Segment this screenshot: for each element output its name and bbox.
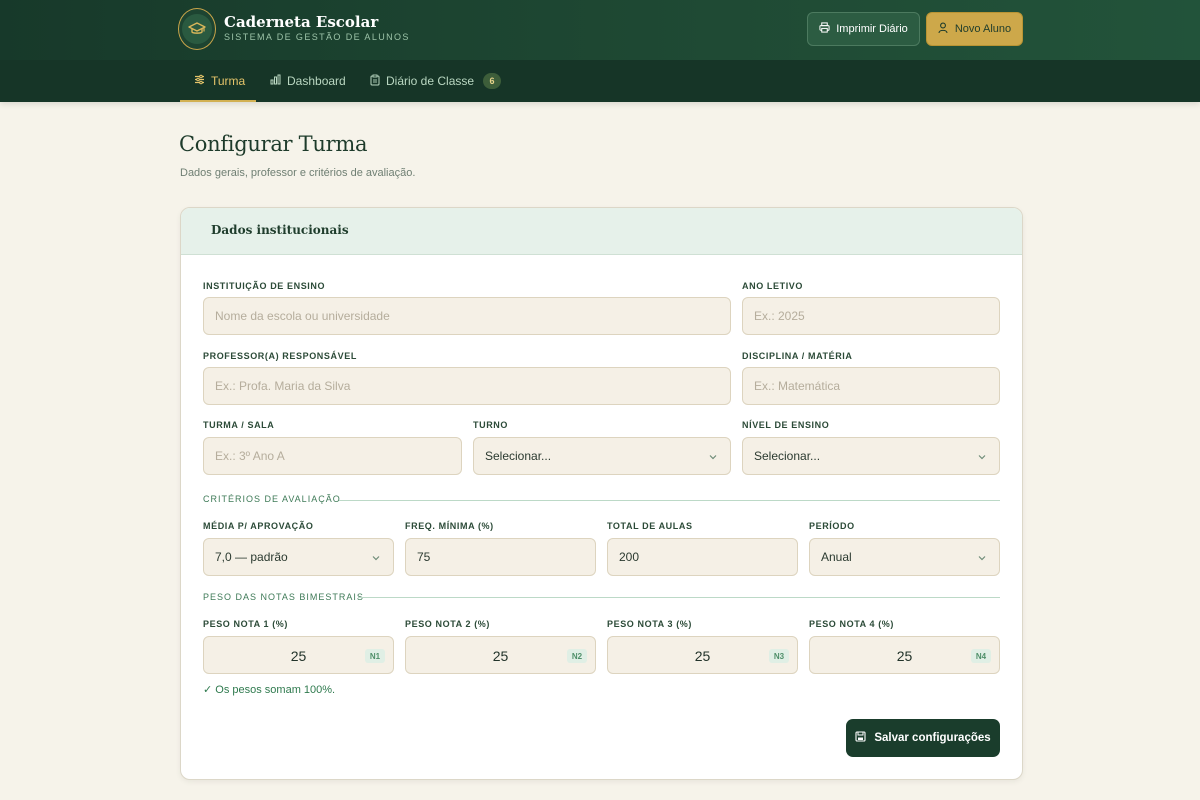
main-nav: Turma Dashboard Diário de Classe 6 (0, 60, 1200, 102)
config-card: Dados institucionais INSTITUIÇÃO DE ENSI… (180, 207, 1023, 780)
card-title: Dados institucionais (211, 223, 349, 237)
ano-letivo-input[interactable] (742, 297, 1000, 335)
disciplina-input[interactable] (742, 367, 1000, 405)
instituicao-label: INSTITUIÇÃO DE ENSINO (203, 281, 326, 291)
page-title: Configurar Turma (179, 132, 368, 156)
print-diary-label: Imprimir Diário (836, 23, 908, 35)
clipboard-icon (370, 74, 380, 89)
weight-4-input[interactable]: 25 N4 (809, 636, 1000, 674)
weight-3-input[interactable]: 25 N3 (607, 636, 798, 674)
turno-selected-value: Selecionar... (485, 449, 552, 463)
turno-label: TURNO (473, 420, 508, 430)
weight-3-label: PESO NOTA 3 (%) (607, 619, 693, 629)
chevron-down-icon (708, 451, 718, 461)
save-settings-button[interactable]: Salvar configurações (846, 719, 1000, 757)
weight-1-label: PESO NOTA 1 (%) (203, 619, 289, 629)
tab-dashboard[interactable]: Dashboard (270, 60, 346, 102)
tab-turma-label: Turma (211, 74, 246, 88)
save-settings-label: Salvar configurações (874, 732, 991, 744)
save-icon (855, 731, 866, 745)
sliders-icon (194, 74, 205, 88)
bar-chart-icon (270, 74, 281, 88)
turma-input[interactable] (203, 437, 462, 475)
printer-icon (819, 22, 830, 36)
new-student-label: Novo Aluno (954, 23, 1012, 35)
nivel-selected-value: Selecionar... (754, 449, 821, 463)
total-aulas-input[interactable] (607, 538, 798, 576)
weight-4-label: PESO NOTA 4 (%) (809, 619, 895, 629)
graduation-cap-icon (182, 14, 212, 44)
weight-2-tag: N2 (567, 649, 587, 663)
chevron-down-icon (977, 552, 987, 562)
criteria-section-title: CRITÉRIOS DE AVALIAÇÃO (203, 494, 341, 504)
card-header: Dados institucionais (181, 208, 1022, 255)
print-diary-button[interactable]: Imprimir Diário (807, 12, 920, 46)
tab-diario-de-classe[interactable]: Diário de Classe 6 (370, 60, 502, 102)
top-bar: Caderneta Escolar SISTEMA DE GESTÃO DE A… (0, 0, 1200, 60)
periodo-label: PERÍODO (809, 521, 855, 531)
weights-divider (358, 597, 1000, 598)
professor-input[interactable] (203, 367, 731, 405)
weight-3-tag: N3 (769, 649, 789, 663)
app-header: Caderneta Escolar SISTEMA DE GESTÃO DE A… (0, 0, 1200, 102)
instituicao-input[interactable] (203, 297, 731, 335)
ano-letivo-label: ANO LETIVO (742, 281, 804, 291)
total-aulas-label: TOTAL DE AULAS (607, 521, 693, 531)
tab-diario-label: Diário de Classe (386, 74, 475, 88)
periodo-selected-value: Anual (821, 550, 852, 564)
professor-label: PROFESSOR(A) RESPONSÁVEL (203, 351, 357, 361)
chevron-down-icon (371, 552, 381, 562)
periodo-select[interactable]: Anual (809, 538, 1000, 576)
diario-count-badge: 6 (483, 73, 502, 89)
media-select[interactable]: 7,0 — padrão (203, 538, 394, 576)
freq-label: FREQ. MÍNIMA (%) (405, 521, 494, 531)
media-label: MÉDIA P/ APROVAÇÃO (203, 521, 314, 531)
weight-1-tag: N1 (365, 649, 385, 663)
tab-turma[interactable]: Turma (180, 60, 256, 102)
app-title: Caderneta Escolar (224, 13, 379, 31)
new-student-button[interactable]: Novo Aluno (926, 12, 1023, 46)
app-subtitle: SISTEMA DE GESTÃO DE ALUNOS (224, 32, 410, 42)
criteria-divider (339, 500, 1000, 501)
weights-section-title: PESO DAS NOTAS BIMESTRAIS (203, 592, 364, 602)
tab-dashboard-label: Dashboard (287, 74, 346, 88)
weight-4-tag: N4 (971, 649, 991, 663)
disciplina-label: DISCIPLINA / MATÉRIA (742, 351, 853, 361)
chevron-down-icon (977, 451, 987, 461)
weight-1-input[interactable]: 25 N1 (203, 636, 394, 674)
page-subtitle: Dados gerais, professor e critérios de a… (180, 167, 416, 179)
turno-select[interactable]: Selecionar... (473, 437, 731, 475)
weights-sum-note: ✓ Os pesos somam 100%. (203, 684, 336, 696)
turma-label: TURMA / SALA (203, 420, 275, 430)
nivel-label: NÍVEL DE ENSINO (742, 420, 830, 430)
media-selected-value: 7,0 — padrão (215, 550, 288, 564)
app-logo (178, 8, 216, 50)
user-plus-icon (938, 22, 949, 37)
weight-2-label: PESO NOTA 2 (%) (405, 619, 491, 629)
freq-input[interactable] (405, 538, 596, 576)
weight-2-input[interactable]: 25 N2 (405, 636, 596, 674)
nivel-select[interactable]: Selecionar... (742, 437, 1000, 475)
